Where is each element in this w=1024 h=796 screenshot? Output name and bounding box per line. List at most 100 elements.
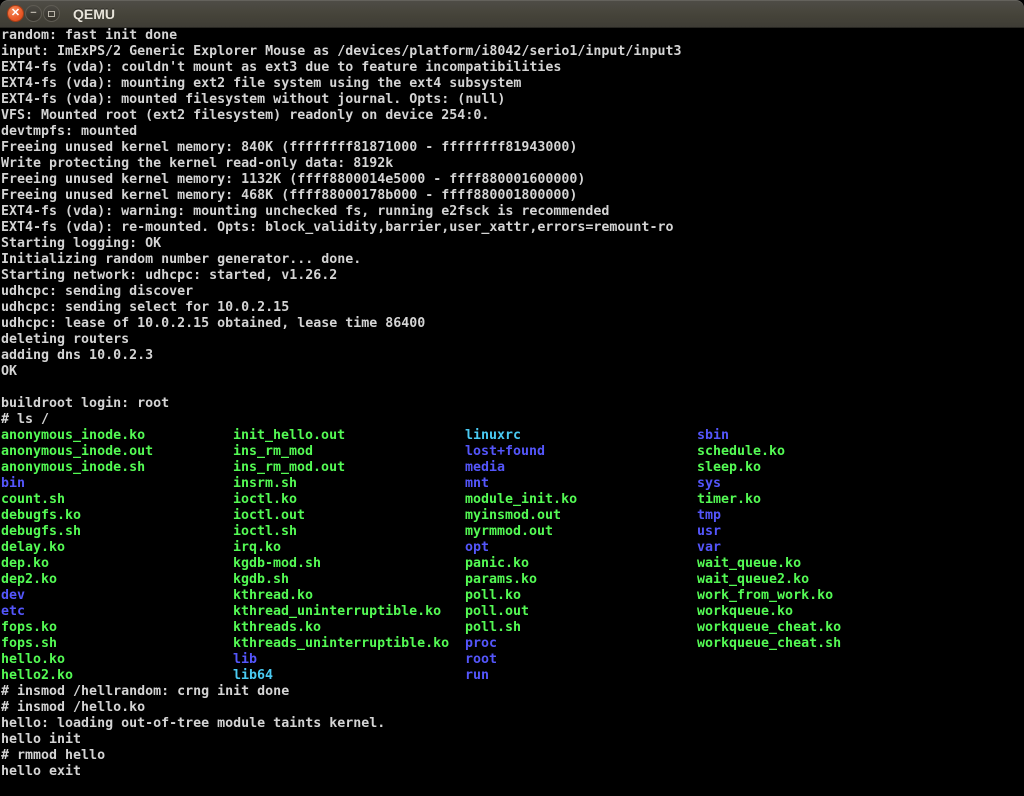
terminal-line: VFS: Mounted root (ext2 filesystem) read… [1,108,1024,124]
ls-entry: workqueue_cheat.sh [697,636,1024,652]
ls-entry: ioctl.out [233,508,465,524]
ls-entry: dep2.ko [1,572,233,588]
ls-entry: hello.ko [1,652,233,668]
ls-entry: kgdb-mod.sh [233,556,465,572]
ls-entry: dev [1,588,233,604]
ls-entry: myinsmod.out [465,508,697,524]
ls-entry: init_hello.out [233,428,465,444]
terminal-line: Freeing unused kernel memory: 468K (ffff… [1,188,1024,204]
terminal-line: udhcpc: sending discover [1,284,1024,300]
ls-entry: lib64 [233,668,465,684]
ls-entry: sys [697,476,1024,492]
ls-entry: wait_queue2.ko [697,572,1024,588]
terminal-line: # insmod /hello.ko [1,700,1024,716]
ls-entry: media [465,460,697,476]
ls-entry: root [465,652,697,668]
ls-entry: workqueue_cheat.ko [697,620,1024,636]
terminal-line: hello: loading out-of-tree module taints… [1,716,1024,732]
terminal-line: EXT4-fs (vda): re-mounted. Opts: block_v… [1,220,1024,236]
ls-entry: anonymous_inode.sh [1,460,233,476]
ls-entry: fops.sh [1,636,233,652]
ls-entry: ins_rm_mod.out [233,460,465,476]
terminal-line: Freeing unused kernel memory: 1132K (fff… [1,172,1024,188]
terminal-line: udhcpc: lease of 10.0.2.15 obtained, lea… [1,316,1024,332]
terminal-line: Starting network: udhcpc: started, v1.26… [1,268,1024,284]
ls-entry: irq.ko [233,540,465,556]
ls-entry: usr [697,524,1024,540]
close-icon: ✕ [11,8,20,19]
ls-entry: poll.ko [465,588,697,604]
boot-log: random: fast init doneinput: ImExPS/2 Ge… [1,28,1024,428]
ls-entry: anonymous_inode.ko [1,428,233,444]
ls-entry: fops.ko [1,620,233,636]
ls-entry: mnt [465,476,697,492]
ls-entry: tmp [697,508,1024,524]
terminal-line: # insmod /hellrandom: crng init done [1,684,1024,700]
ls-entry: opt [465,540,697,556]
terminal-line: # ls / [1,412,1024,428]
ls-entry: sleep.ko [697,460,1024,476]
terminal-line: Write protecting the kernel read-only da… [1,156,1024,172]
ls-entry: panic.ko [465,556,697,572]
ls-entry: ins_rm_mod [233,444,465,460]
ls-entry: var [697,540,1024,556]
ls-entry: debugfs.ko [1,508,233,524]
ls-entry: wait_queue.ko [697,556,1024,572]
ls-entry: sbin [697,428,1024,444]
ls-entry: hello2.ko [1,668,233,684]
ls-entry: proc [465,636,697,652]
ls-entry: debugfs.sh [1,524,233,540]
ls-entry: delay.ko [1,540,233,556]
ls-entry: ioctl.ko [233,492,465,508]
terminal-line: adding dns 10.0.2.3 [1,348,1024,364]
ls-entry: ioctl.sh [233,524,465,540]
terminal-line: # rmmod hello [1,748,1024,764]
ls-entry: run [465,668,697,684]
ls-entry: poll.out [465,604,697,620]
terminal-line: Starting logging: OK [1,236,1024,252]
ls-entry: lib [233,652,465,668]
terminal-line: EXT4-fs (vda): mounting ext2 file system… [1,76,1024,92]
ls-entry: count.sh [1,492,233,508]
ls-entry: kthread_uninterruptible.ko [233,604,465,620]
ls-entry: anonymous_inode.out [1,444,233,460]
ls-entry: module_init.ko [465,492,697,508]
prompt-line: # [1,780,1024,796]
minimize-icon: − [30,8,36,19]
ls-entry: kthreads.ko [233,620,465,636]
maximize-button[interactable] [43,5,60,22]
terminal-line: hello exit [1,764,1024,780]
ls-entry: workqueue.ko [697,604,1024,620]
ls-output: anonymous_inode.koanonymous_inode.outano… [1,428,1024,684]
ls-entry: work_from_work.ko [697,588,1024,604]
tail-log: # insmod /hellrandom: crng init done# in… [1,684,1024,780]
terminal-line: Freeing unused kernel memory: 840K (ffff… [1,140,1024,156]
ls-entry: lost+found [465,444,697,460]
ls-entry: kthreads_uninterruptible.ko [233,636,465,652]
terminal-line: Initializing random number generator... … [1,252,1024,268]
terminal-line: udhcpc: sending select for 10.0.2.15 [1,300,1024,316]
terminal-line [1,380,1024,396]
terminal-line: input: ImExPS/2 Generic Explorer Mouse a… [1,44,1024,60]
terminal-screen[interactable]: random: fast init doneinput: ImExPS/2 Ge… [0,28,1024,796]
ls-entry: bin [1,476,233,492]
terminal-line: devtmpfs: mounted [1,124,1024,140]
terminal-line: EXT4-fs (vda): mounted filesystem withou… [1,92,1024,108]
ls-entry: kgdb.sh [233,572,465,588]
close-button[interactable]: ✕ [7,5,24,22]
terminal-line: EXT4-fs (vda): couldn't mount as ext3 du… [1,60,1024,76]
ls-entry: etc [1,604,233,620]
terminal-line: random: fast init done [1,28,1024,44]
ls-entry: dep.ko [1,556,233,572]
window-title: QEMU [73,0,115,28]
terminal-line: deleting routers [1,332,1024,348]
ls-entry: timer.ko [697,492,1024,508]
ls-entry: myrmmod.out [465,524,697,540]
ls-entry: insrm.sh [233,476,465,492]
maximize-icon [48,11,55,17]
titlebar[interactable]: ✕ − QEMU [0,0,1024,28]
terminal-line: hello init [1,732,1024,748]
ls-entry: schedule.ko [697,444,1024,460]
minimize-button[interactable]: − [25,5,42,22]
terminal-line: buildroot login: root [1,396,1024,412]
